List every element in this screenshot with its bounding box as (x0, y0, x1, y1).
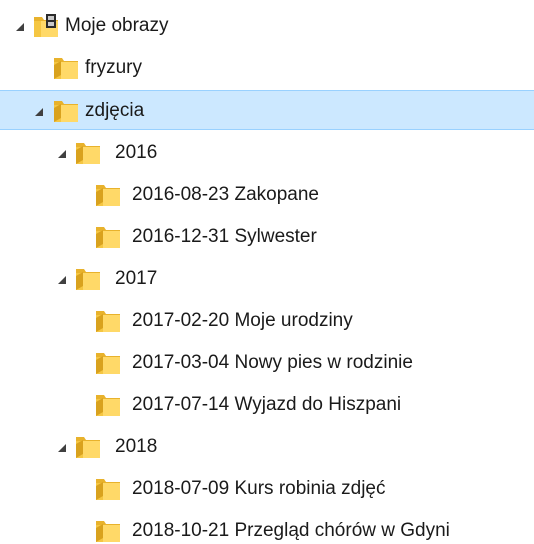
tree-item-label: 2016-12-31 Sylwester (132, 226, 317, 247)
tree-item[interactable]: 2018-07-09 Kurs robinia zdjęć (0, 469, 534, 509)
expanded-arrow-icon[interactable] (14, 21, 26, 33)
tree-item[interactable]: zdjęcia (0, 90, 534, 130)
folder-icon (94, 392, 122, 418)
folder-icon (74, 140, 102, 166)
folder-icon (94, 224, 122, 250)
tree-item-label: 2018-07-09 Kurs robinia zdjęć (132, 478, 386, 499)
library-folder-icon (32, 13, 60, 39)
tree-item-label: 2017-03-04 Nowy pies w rodzinie (132, 352, 413, 373)
expanded-arrow-icon[interactable] (56, 442, 68, 454)
folder-tree: Moje obrazy fryzury zdjęcia 2016 2016-08-23 … (0, 0, 534, 544)
tree-item[interactable]: 2018-10-21 Przegląd chórów w Gdyni (0, 511, 534, 544)
folder-icon (94, 308, 122, 334)
folder-icon (52, 98, 80, 124)
tree-item-label: 2017 (115, 268, 158, 289)
tree-item[interactable]: 2017-03-04 Nowy pies w rodzinie (0, 343, 534, 383)
tree-item-label: 2018 (115, 436, 158, 457)
tree-item-label: 2017-02-20 Moje urodziny (132, 310, 353, 331)
tree-item-label: zdjęcia (85, 100, 145, 121)
tree-item-label: Moje obrazy (65, 15, 169, 36)
tree-item-label: fryzury (85, 57, 142, 78)
tree-item-label: 2018-10-21 Przegląd chórów w Gdyni (132, 520, 450, 541)
tree-item-label: 2016-08-23 Zakopane (132, 184, 319, 205)
tree-item[interactable]: 2017-07-14 Wyjazd do Hiszpani (0, 385, 534, 425)
folder-icon (94, 518, 122, 544)
folder-icon (74, 434, 102, 460)
tree-item[interactable]: 2017-02-20 Moje urodziny (0, 301, 534, 341)
tree-item[interactable]: 2017 (0, 259, 534, 299)
tree-item[interactable]: 2016-08-23 Zakopane (0, 175, 534, 215)
tree-item[interactable]: 2016-12-31 Sylwester (0, 217, 534, 257)
tree-item[interactable]: 2016 (0, 133, 534, 173)
tree-item-label: 2016 (115, 142, 158, 163)
folder-icon (52, 55, 80, 81)
folder-icon (94, 182, 122, 208)
expanded-arrow-icon[interactable] (56, 148, 68, 160)
folder-icon (94, 476, 122, 502)
expanded-arrow-icon[interactable] (33, 106, 45, 118)
tree-item[interactable]: Moje obrazy (0, 6, 534, 46)
tree-item[interactable]: fryzury (0, 48, 534, 88)
folder-icon (74, 266, 102, 292)
tree-item-label: 2017-07-14 Wyjazd do Hiszpani (132, 394, 402, 415)
expanded-arrow-icon[interactable] (56, 274, 68, 286)
tree-item[interactable]: 2018 (0, 427, 534, 467)
folder-icon (94, 350, 122, 376)
